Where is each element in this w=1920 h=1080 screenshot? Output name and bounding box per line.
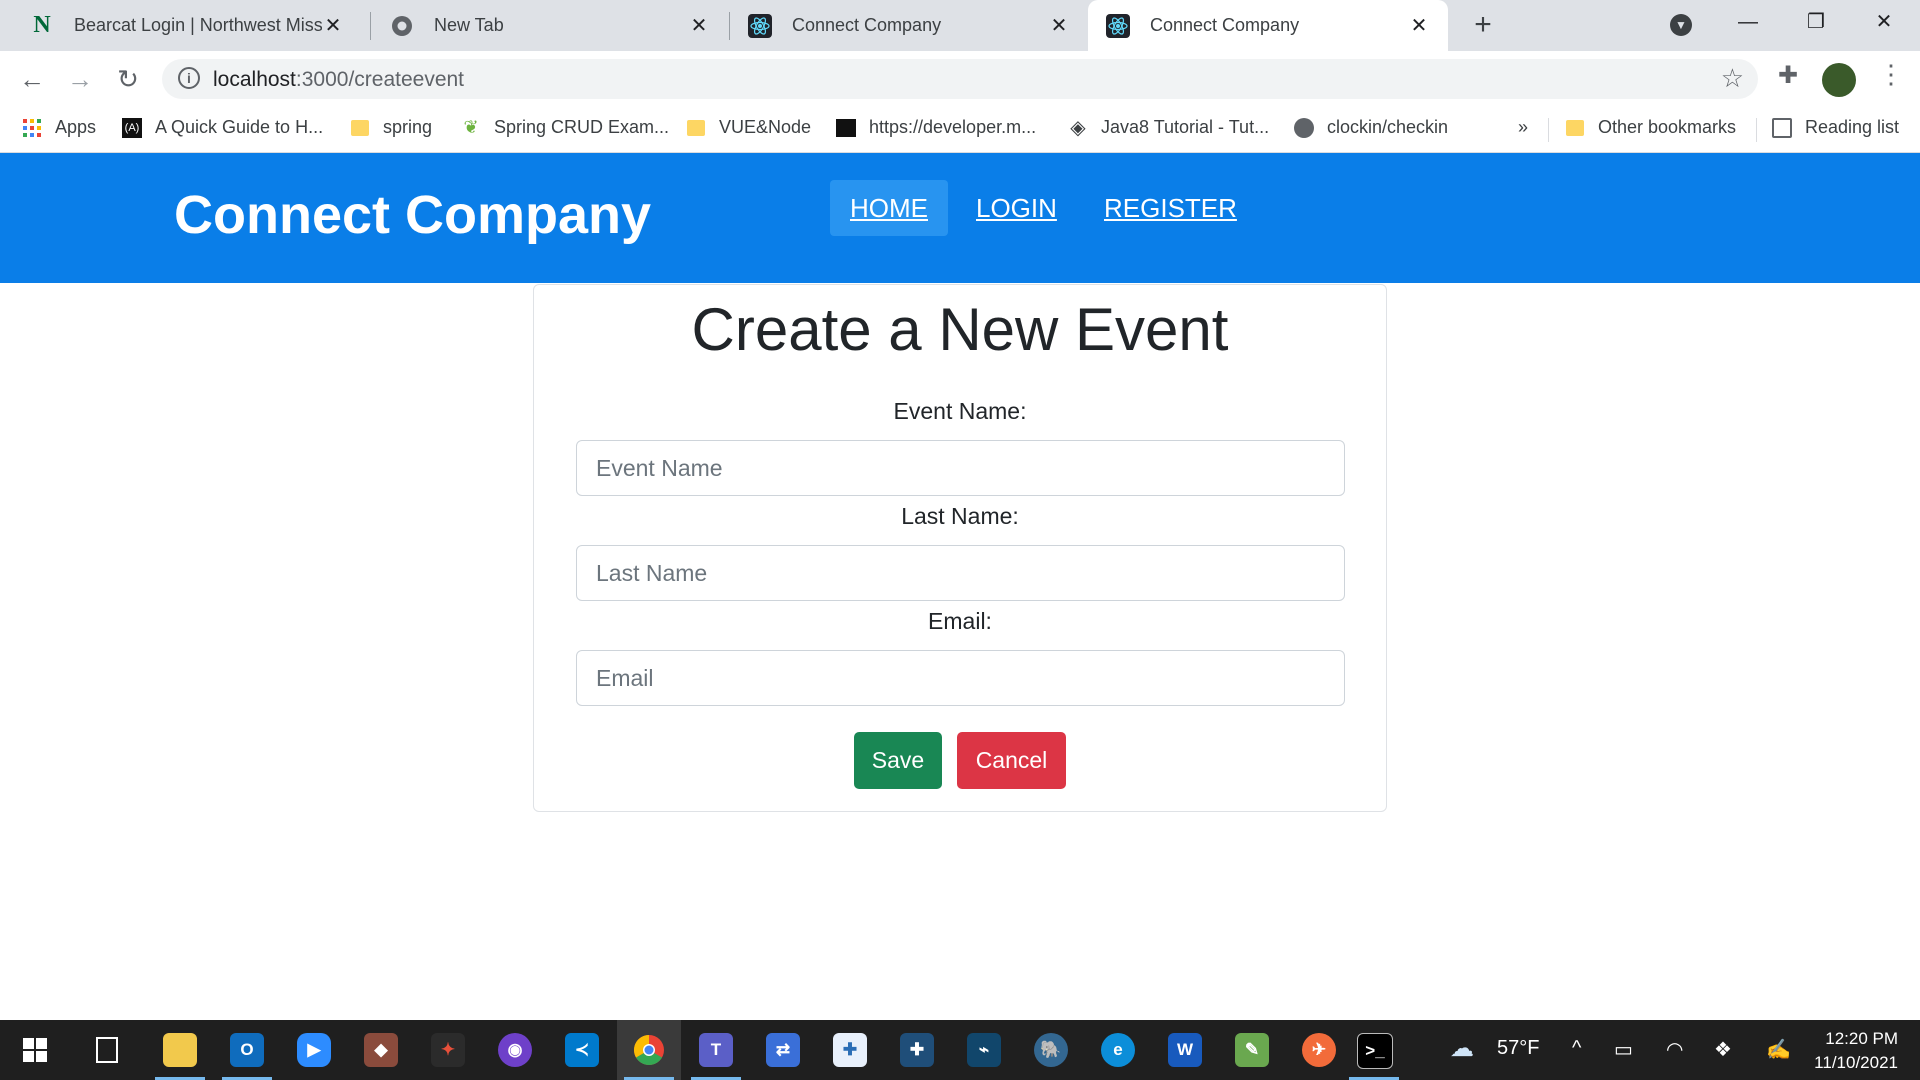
- site-info-icon[interactable]: i: [178, 67, 200, 89]
- browser-toolbar: ← → ↻ i localhost:3000/createevent ☆ ✚ ⋮: [0, 51, 1920, 106]
- last-name-label: Last Name:: [901, 503, 1019, 529]
- northwest-n-icon: N: [33, 12, 51, 38]
- nav-home-link[interactable]: HOME: [830, 180, 948, 236]
- spring-leaf-icon: ❦: [463, 117, 479, 137]
- bookmark-quick-guide[interactable]: (A) A Quick Guide to H...: [122, 117, 323, 138]
- dropbox-icon[interactable]: ❖: [1714, 1037, 1732, 1062]
- cancel-button[interactable]: Cancel: [957, 732, 1066, 789]
- url-text[interactable]: localhost:3000/createevent: [213, 68, 464, 92]
- tab-connect-company-active[interactable]: Connect Company ✕: [1088, 0, 1448, 51]
- react-icon: [1106, 13, 1130, 38]
- pen-icon[interactable]: ✍: [1766, 1037, 1791, 1062]
- tab-connect-company[interactable]: Connect Company ✕: [730, 0, 1088, 51]
- diamond-icon: ◈: [1070, 117, 1086, 139]
- event-name-label: Event Name:: [893, 398, 1027, 424]
- tab-bearcat-login[interactable]: N Bearcat Login | Northwest Missou ✕: [12, 0, 362, 51]
- restore-icon[interactable]: ❐: [1788, 0, 1844, 44]
- bookmark-star-icon[interactable]: ☆: [1721, 63, 1744, 94]
- new-tab-plus-icon[interactable]: +: [1466, 8, 1500, 42]
- bookmark-clockin[interactable]: clockin/checkin: [1294, 117, 1448, 138]
- bookmarks-bar: Apps (A) A Quick Guide to H... spring ❦ …: [0, 106, 1920, 153]
- network-app-icon[interactable]: ⇄: [766, 1033, 800, 1067]
- windows-taskbar: O ▶ ◆ ✦ ◉ ≺ T ⇄ ✚ ✚ ⌁ 🐘 e W ✎ ✈ >_ ☁ 57°…: [0, 1020, 1920, 1080]
- extensions-puzzle-icon[interactable]: ✚: [1778, 61, 1798, 90]
- chrome-taskbar-icon[interactable]: [632, 1033, 666, 1067]
- create-event-card: Create a New Event Event Name: Last Name…: [533, 284, 1387, 812]
- weather-cloud-icon[interactable]: ☁: [1450, 1034, 1474, 1063]
- tableau-prep-icon[interactable]: ✚: [900, 1033, 934, 1067]
- zoom-icon[interactable]: ▶: [297, 1033, 331, 1067]
- clock-time: 12:20 PM: [1825, 1029, 1898, 1048]
- close-icon[interactable]: ✕: [688, 13, 710, 38]
- tab-search-dropdown-icon[interactable]: ▼: [1670, 14, 1692, 36]
- bookmark-vue-node[interactable]: VUE&Node: [686, 117, 811, 138]
- clock-date: 11/10/2021: [1814, 1053, 1898, 1072]
- profile-avatar[interactable]: [1822, 63, 1856, 97]
- bookmark-java8[interactable]: ◈ Java8 Tutorial - Tut...: [1068, 117, 1269, 139]
- email-label: Email:: [928, 608, 992, 634]
- bookmark-other[interactable]: Other bookmarks: [1565, 117, 1736, 138]
- menu-kebab-icon[interactable]: ⋮: [1878, 59, 1904, 90]
- folder-icon: [686, 118, 706, 138]
- terminal-icon[interactable]: >_: [1357, 1033, 1393, 1069]
- brand-title[interactable]: Connect Company: [174, 184, 651, 246]
- folder-icon: [1565, 118, 1585, 138]
- outlook-icon[interactable]: O: [230, 1033, 264, 1067]
- windows-start-icon[interactable]: [18, 1033, 52, 1067]
- weather-temperature[interactable]: 57°F: [1497, 1037, 1539, 1060]
- bookmark-reading-list[interactable]: Reading list: [1772, 117, 1899, 138]
- tab-new-tab[interactable]: New Tab ✕: [372, 0, 728, 51]
- gitkraken-icon[interactable]: ✦: [431, 1033, 465, 1067]
- close-icon[interactable]: ✕: [1408, 13, 1430, 38]
- minimize-icon[interactable]: —: [1720, 0, 1776, 44]
- system-clock[interactable]: 12:20 PM 11/10/2021: [1814, 1027, 1898, 1075]
- react-icon: [748, 13, 772, 38]
- 3d-cube-icon[interactable]: ◆: [364, 1033, 398, 1067]
- bookmark-spring-crud[interactable]: ❦ Spring CRUD Exam...: [461, 117, 669, 138]
- bookmark-site-icon: (A): [122, 117, 142, 138]
- nav-register-link[interactable]: REGISTER: [1084, 180, 1257, 236]
- task-view-icon[interactable]: [90, 1033, 124, 1067]
- save-button[interactable]: Save: [854, 732, 942, 789]
- bookmarks-overflow-icon[interactable]: »: [1518, 117, 1528, 138]
- back-arrow-icon[interactable]: ←: [14, 61, 50, 97]
- forward-arrow-icon[interactable]: →: [62, 61, 98, 97]
- notepad-plus-icon[interactable]: ✎: [1235, 1033, 1269, 1067]
- reload-icon[interactable]: ↻: [110, 61, 146, 97]
- wifi-icon[interactable]: ◠: [1666, 1037, 1683, 1062]
- tray-chevron-up-icon[interactable]: ^: [1572, 1037, 1581, 1060]
- reading-list-icon: [1772, 117, 1792, 138]
- tableau-icon[interactable]: ✚: [833, 1033, 867, 1067]
- folder-icon: [350, 118, 370, 138]
- postman-icon[interactable]: ✈: [1302, 1033, 1336, 1067]
- file-explorer-icon[interactable]: [163, 1033, 197, 1067]
- last-name-input[interactable]: [576, 545, 1345, 601]
- page-title: Create a New Event: [691, 296, 1229, 363]
- mysql-workbench-icon[interactable]: ⌁: [967, 1033, 1001, 1067]
- bookmark-apps[interactable]: Apps: [22, 117, 96, 138]
- event-name-input[interactable]: [576, 440, 1345, 496]
- window-close-icon[interactable]: ✕: [1856, 0, 1912, 44]
- bookmark-developer[interactable]: https://developer.m...: [836, 117, 1036, 138]
- email-input[interactable]: [576, 650, 1345, 706]
- teams-icon[interactable]: T: [699, 1033, 733, 1067]
- apps-grid-icon: [22, 118, 42, 138]
- app-navbar: Connect Company HOME LOGIN REGISTER: [0, 153, 1920, 283]
- chrome-icon: [390, 14, 414, 38]
- battery-icon[interactable]: ▭: [1614, 1037, 1633, 1062]
- nav-login-link[interactable]: LOGIN: [956, 180, 1077, 236]
- tab-strip: N Bearcat Login | Northwest Missou ✕ New…: [0, 0, 1920, 51]
- globe-icon: [1294, 117, 1314, 138]
- vscode-icon[interactable]: ≺: [565, 1033, 599, 1067]
- bookmark-site-icon: [836, 118, 856, 138]
- close-icon[interactable]: ✕: [322, 13, 344, 38]
- github-desktop-icon[interactable]: ◉: [498, 1033, 532, 1067]
- word-icon[interactable]: W: [1168, 1033, 1202, 1067]
- bookmark-spring[interactable]: spring: [350, 117, 432, 138]
- address-bar[interactable]: i localhost:3000/createevent ☆: [162, 59, 1758, 99]
- postgresql-icon[interactable]: 🐘: [1034, 1033, 1068, 1067]
- edge-icon[interactable]: e: [1101, 1033, 1135, 1067]
- close-icon[interactable]: ✕: [1048, 13, 1070, 38]
